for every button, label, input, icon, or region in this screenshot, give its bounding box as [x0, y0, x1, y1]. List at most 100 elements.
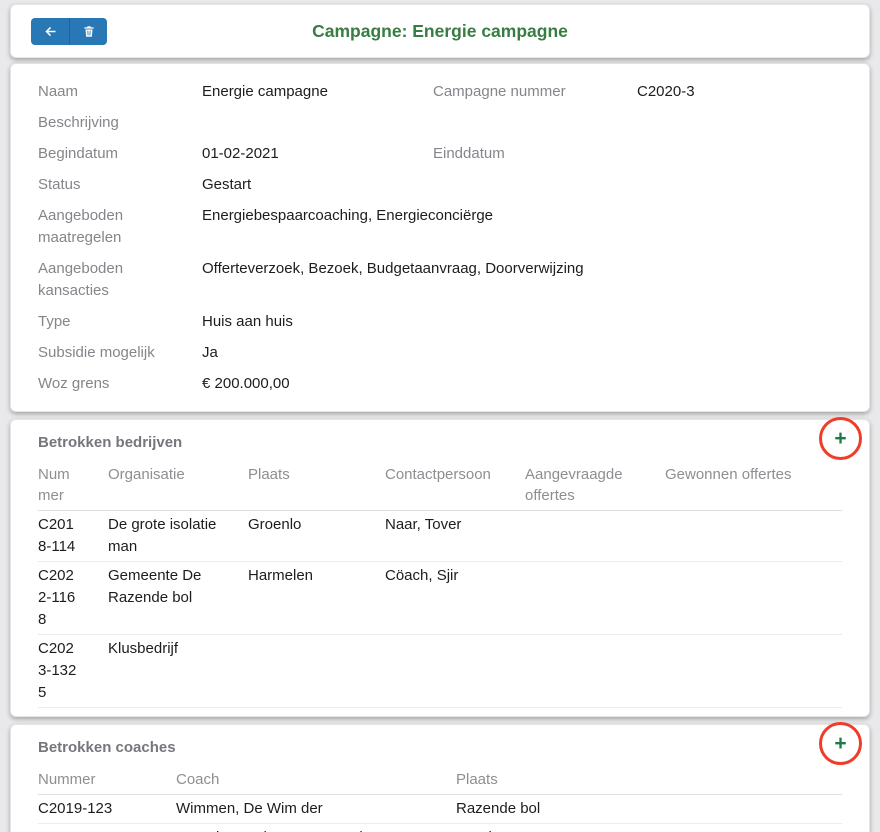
company-row[interactable]: C2023-1325 Klusbedrijf [38, 635, 842, 708]
cell-aangevraagde-offertes [525, 511, 665, 562]
field-value: Energie campagne [202, 81, 433, 103]
cell-plaats: Harmelen [248, 562, 385, 635]
detail-row: Naam Energie campagne Campagne nummer C2… [38, 76, 842, 107]
cell-contactpersoon: Cöach, Sjir [385, 562, 525, 635]
field-label: Naam [38, 81, 202, 103]
companies-table: Nummer Organisatie Plaats Contactpersoon… [38, 460, 842, 708]
cell-plaats [248, 635, 385, 708]
field-value [637, 174, 842, 196]
detail-row: Begindatum 01-02-2021 Einddatum [38, 138, 842, 169]
field-value [637, 258, 842, 302]
column-header: Plaats [456, 765, 842, 795]
field-value: Huis aan huis [202, 311, 433, 333]
cell-gewonnen-offertes [665, 511, 842, 562]
column-header: Nummer [38, 765, 176, 795]
field-value: € 200.000,00 [202, 373, 433, 395]
column-header: Contactpersoon [385, 460, 525, 511]
cell-plaats: Groenlo [248, 511, 385, 562]
detail-row: Aangeboden kansacties Offerteverzoek, Be… [38, 253, 842, 306]
coach-row[interactable]: C2020-576 Energie coach, Marco van der H… [38, 824, 842, 832]
detail-row: Aangeboden maatregelen Energiebespaarcoa… [38, 200, 842, 253]
cell-aangevraagde-offertes [525, 635, 665, 708]
cell-organisatie: Gemeente De Razende bol [108, 562, 248, 635]
field-value [637, 112, 842, 134]
company-row[interactable]: C2018-114 De grote isolatie man Groenlo … [38, 511, 842, 562]
field-value: Ja [202, 342, 433, 364]
field-value [202, 112, 433, 134]
detail-row: Status Gestart [38, 169, 842, 200]
field-label: Woz grens [38, 373, 202, 395]
cell-gewonnen-offertes [665, 635, 842, 708]
cell-plaats: Haarlem [456, 824, 842, 832]
coaches-panel: Betrokken coaches + Nummer Coach Plaats … [10, 724, 870, 832]
delete-button[interactable] [69, 18, 107, 45]
column-header: Organisatie [108, 460, 248, 511]
coach-row[interactable]: C2019-123 Wimmen, De Wim der Razende bol [38, 795, 842, 824]
cell-nummer: C2022-1168 [38, 562, 108, 635]
field-value: Offerteverzoek, Bezoek, Budgetaanvraag, … [202, 258, 433, 302]
arrow-left-icon [42, 24, 59, 39]
field-label [433, 174, 637, 196]
field-value: C2020-3 [637, 81, 842, 103]
field-label [433, 205, 637, 249]
plus-icon: + [834, 733, 846, 754]
coaches-section-title: Betrokken coaches [38, 737, 842, 759]
field-value [637, 342, 842, 364]
cell-plaats: Razende bol [456, 795, 842, 824]
toolbar-button-group [31, 18, 107, 45]
field-label: Type [38, 311, 202, 333]
field-label [433, 342, 637, 364]
plus-icon: + [834, 428, 846, 449]
cell-contactpersoon: Naar, Tover [385, 511, 525, 562]
cell-organisatie: Klusbedrijf [108, 635, 248, 708]
field-value: 01-02-2021 [202, 143, 433, 165]
field-label: Einddatum [433, 143, 637, 165]
add-coach-button[interactable]: + [819, 722, 862, 765]
field-label: Status [38, 174, 202, 196]
field-label [433, 311, 637, 333]
column-header: Coach [176, 765, 456, 795]
cell-gewonnen-offertes [665, 562, 842, 635]
add-company-button[interactable]: + [819, 417, 862, 460]
field-value [637, 143, 842, 165]
field-label: Aangeboden kansacties [38, 258, 202, 302]
companies-section-title: Betrokken bedrijven [38, 432, 842, 454]
field-label: Campagne nummer [433, 81, 637, 103]
trash-icon [82, 24, 96, 39]
coaches-table: Nummer Coach Plaats C2019-123 Wimmen, De… [38, 765, 842, 832]
field-value [637, 205, 842, 249]
company-row[interactable]: C2022-1168 Gemeente De Razende bol Harme… [38, 562, 842, 635]
column-header: Aangevraagde offertes [525, 460, 665, 511]
field-value [637, 311, 842, 333]
cell-nummer: C2023-1325 [38, 635, 108, 708]
table-header-row: Nummer Organisatie Plaats Contactpersoon… [38, 460, 842, 511]
page-title: Campagne: Energie campagne [11, 5, 869, 57]
cell-coach: Wimmen, De Wim der [176, 795, 456, 824]
field-label: Subsidie mogelijk [38, 342, 202, 364]
column-header: Gewonnen offertes [665, 460, 842, 511]
cell-contactpersoon [385, 635, 525, 708]
campaign-details-panel: Naam Energie campagne Campagne nummer C2… [10, 63, 870, 412]
cell-organisatie: De grote isolatie man [108, 511, 248, 562]
detail-row: Woz grens € 200.000,00 [38, 368, 842, 399]
field-label: Begindatum [38, 143, 202, 165]
column-header: Nummer [38, 460, 108, 511]
companies-panel: Betrokken bedrijven + Nummer Organisatie… [10, 419, 870, 717]
cell-nummer: C2018-114 [38, 511, 108, 562]
field-value: Energiebespaarcoaching, Energieconciërge [202, 205, 433, 249]
back-button[interactable] [31, 18, 69, 45]
column-header: Plaats [248, 460, 385, 511]
detail-row: Type Huis aan huis [38, 306, 842, 337]
detail-row: Beschrijving [38, 107, 842, 138]
cell-aangevraagde-offertes [525, 562, 665, 635]
field-label [433, 373, 637, 395]
title-bar: Campagne: Energie campagne [10, 4, 870, 58]
field-value: Gestart [202, 174, 433, 196]
table-header-row: Nummer Coach Plaats [38, 765, 842, 795]
field-label: Aangeboden maatregelen [38, 205, 202, 249]
field-label: Beschrijving [38, 112, 202, 134]
field-label [433, 258, 637, 302]
cell-coach: Energie coach, Marco van der [176, 824, 456, 832]
cell-nummer: C2020-576 [38, 824, 176, 832]
cell-nummer: C2019-123 [38, 795, 176, 824]
